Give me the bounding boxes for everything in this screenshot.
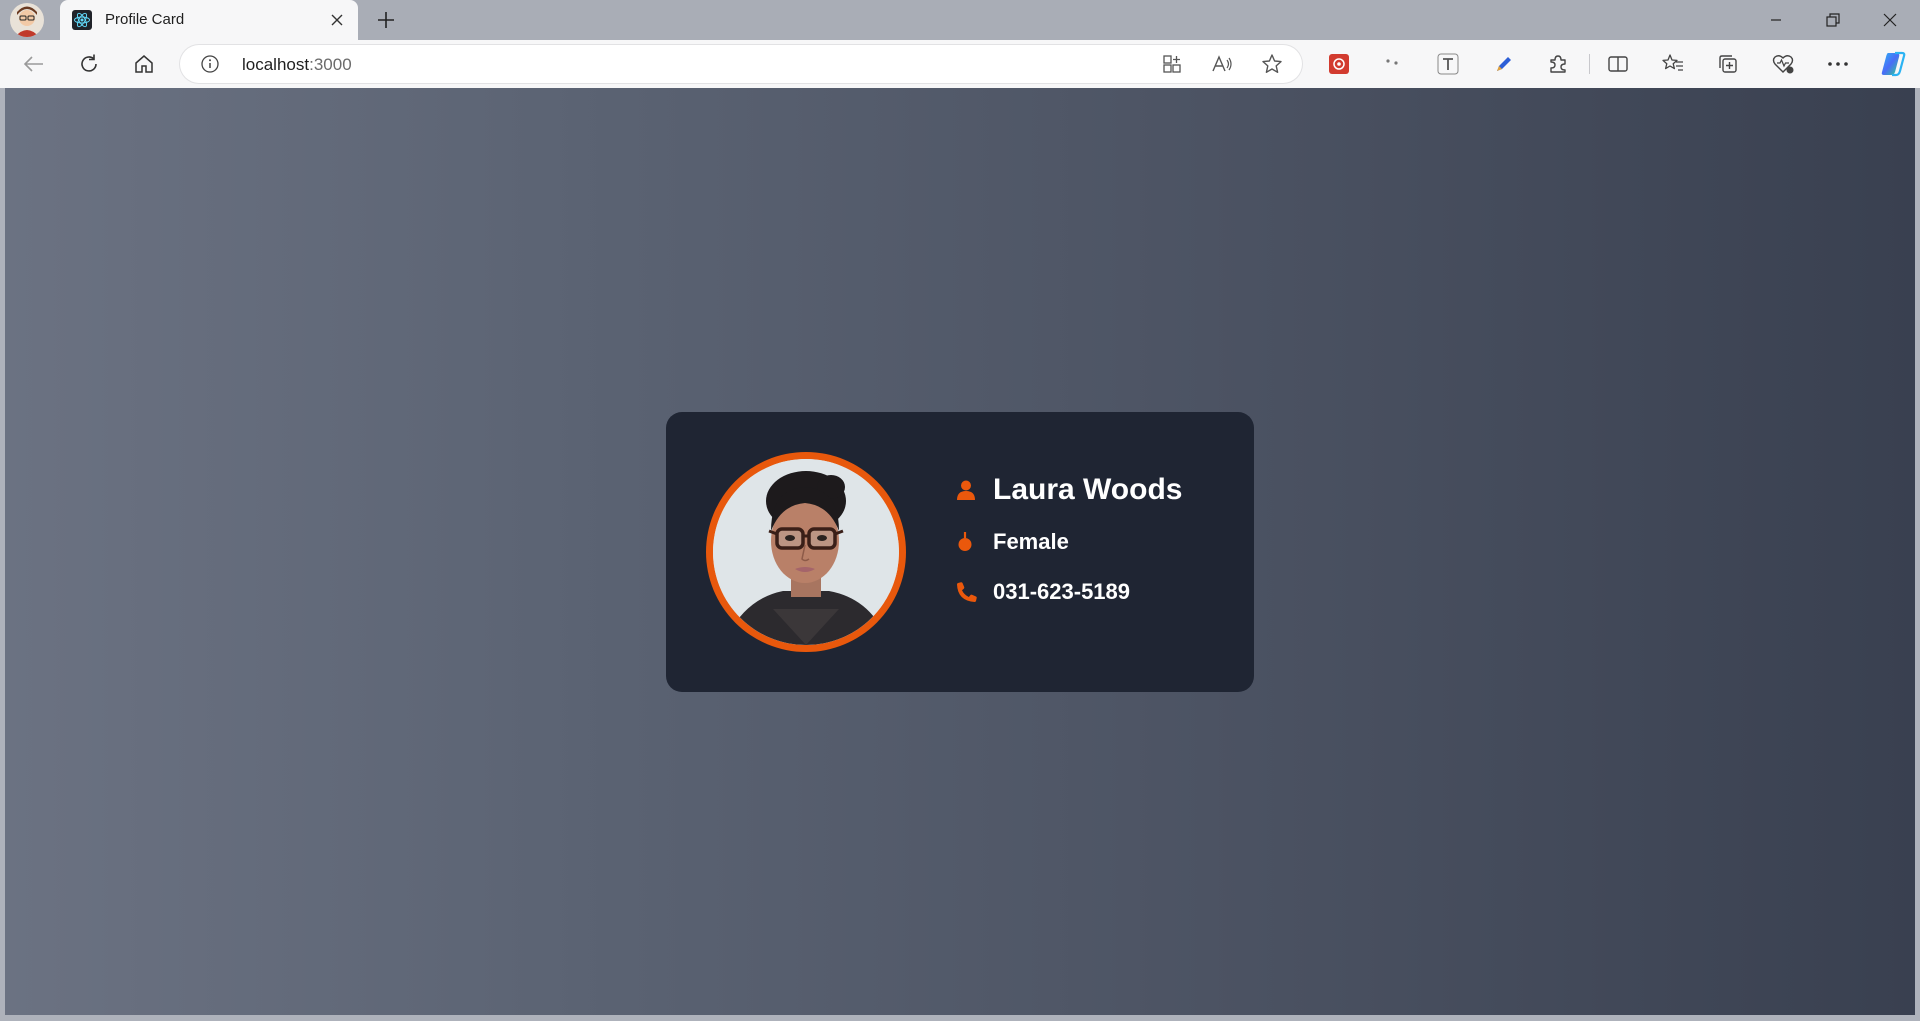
text-t-icon (1437, 53, 1459, 75)
profile-gender: Female (993, 529, 1069, 554)
extensions-button[interactable] (1541, 48, 1575, 80)
url-host: localhost (242, 55, 310, 74)
close-icon (1883, 13, 1897, 27)
profile-phone: 031-623-5189 (993, 579, 1131, 604)
profile-photo (713, 459, 899, 645)
plus-icon (378, 12, 394, 28)
split-screen-button[interactable] (1601, 48, 1635, 80)
avatar (713, 459, 899, 645)
profile-avatar-icon (15, 6, 39, 37)
restore-button[interactable] (1813, 6, 1853, 34)
address-bar[interactable]: localhost:3000 (180, 45, 1302, 83)
favorite-star-icon[interactable] (1258, 51, 1286, 77)
home-button[interactable] (127, 48, 161, 80)
phone-icon (957, 582, 983, 602)
pen-extension-button[interactable] (1487, 48, 1521, 80)
refresh-button[interactable] (72, 48, 106, 80)
more-dots-icon (1828, 62, 1848, 66)
puzzle-icon (1550, 55, 1566, 73)
home-icon (135, 55, 153, 73)
react-logo-icon (72, 10, 92, 30)
browser-profile-avatar[interactable] (10, 3, 44, 37)
refresh-icon (81, 54, 97, 72)
user-icon (957, 480, 983, 500)
close-window-button[interactable] (1870, 6, 1910, 34)
read-aloud-icon[interactable] (1208, 51, 1236, 77)
tab-title: Profile Card (105, 11, 185, 28)
page-viewport: Laura Woods Female 031-623-5189 (5, 88, 1915, 1015)
pen-icon (1497, 57, 1511, 71)
info-icon[interactable] (200, 54, 220, 74)
copilot-icon (1881, 51, 1906, 77)
name-row: Laura Woods (957, 472, 1182, 508)
minimize-icon (1771, 19, 1781, 21)
restore-icon (1826, 13, 1840, 27)
heart-pulse-icon (1772, 55, 1794, 74)
dots-extension-icon (1386, 59, 1398, 65)
gender-icon (957, 532, 983, 552)
url-text[interactable]: localhost:3000 (242, 55, 352, 75)
browser-toolbar: localhost:3000 (0, 40, 1920, 88)
arrow-left-icon (23, 56, 43, 72)
profile-name: Laura Woods (993, 473, 1183, 506)
collections-button[interactable] (1711, 48, 1745, 80)
app-available-icon[interactable] (1158, 51, 1186, 77)
tab-profile-card[interactable]: Profile Card (60, 0, 358, 40)
tab-strip: Profile Card (0, 0, 1920, 40)
profile-info: Laura Woods Female 031-623-5189 (957, 472, 1182, 610)
toolbar-separator (1589, 54, 1590, 74)
phone-row: 031-623-5189 (957, 574, 1182, 610)
gender-row: Female (957, 524, 1182, 560)
favorites-button[interactable] (1656, 48, 1690, 80)
settings-more-button[interactable] (1821, 48, 1855, 80)
back-button[interactable] (17, 48, 51, 80)
profile-card: Laura Woods Female 031-623-5189 (666, 412, 1254, 692)
avatar-ring (706, 452, 906, 652)
url-port: :3000 (309, 55, 352, 74)
extension-dots-button[interactable] (1376, 48, 1410, 80)
browser-essentials-button[interactable] (1766, 48, 1800, 80)
minimize-button[interactable] (1756, 6, 1796, 34)
new-tab-button[interactable] (373, 6, 399, 34)
tab-close-icon[interactable] (326, 9, 348, 31)
copilot-button[interactable] (1876, 48, 1910, 80)
favorites-list-icon (1662, 54, 1683, 71)
split-screen-icon (1608, 56, 1628, 72)
text-extension-button[interactable] (1431, 48, 1465, 80)
collections-icon (1719, 55, 1737, 73)
extension-red-icon (1329, 54, 1349, 74)
extension-red-button[interactable] (1322, 48, 1356, 80)
